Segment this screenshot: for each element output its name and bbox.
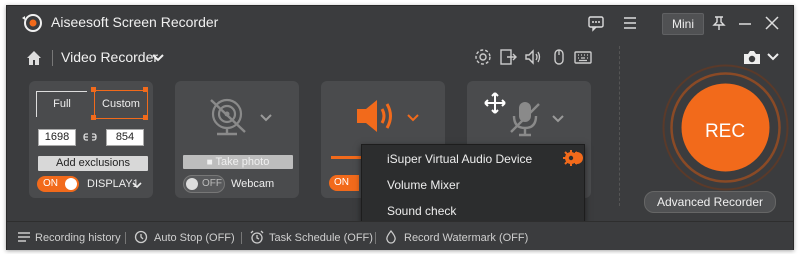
display-toggle[interactable]: ON: [37, 176, 79, 192]
menu-item-sound-check[interactable]: Sound check: [387, 204, 456, 218]
menu-item-audio-device[interactable]: iSuper Virtual Audio Device: [387, 152, 532, 166]
move-icon[interactable]: [483, 91, 507, 115]
close-icon[interactable]: [763, 14, 781, 32]
display-name[interactable]: DISPLAY1: [87, 178, 139, 190]
speaker-icon[interactable]: [523, 47, 543, 67]
region-handle: [91, 115, 96, 120]
status-divider: [375, 232, 376, 244]
status-divider: [125, 232, 126, 244]
link-ratio-icon[interactable]: [83, 130, 97, 144]
mode-title[interactable]: Video Recorder: [61, 49, 158, 65]
status-divider: [241, 232, 242, 244]
pin-icon[interactable]: [710, 14, 728, 32]
webcam-icon[interactable]: [205, 96, 253, 138]
region-handle: [143, 87, 148, 92]
custom-region-button[interactable]: Custom: [94, 90, 148, 119]
task-schedule-link[interactable]: Task Schedule (OFF): [269, 232, 373, 244]
watermark-drop-icon[interactable]: [384, 230, 398, 244]
toggle-knob: [186, 178, 198, 190]
region-handle: [91, 87, 96, 92]
toggle-label: ON: [334, 177, 349, 188]
menu-icon[interactable]: [621, 14, 639, 32]
minimize-icon[interactable]: [736, 14, 754, 32]
status-bar: Recording history Auto Stop (OFF) Task S…: [7, 221, 793, 250]
settings-gear-icon[interactable]: [473, 47, 493, 67]
microphone-icon[interactable]: [507, 98, 543, 138]
speaker-volume-icon[interactable]: [353, 96, 399, 136]
webcam-label: Webcam: [231, 178, 275, 190]
toggle-label: ON: [43, 178, 58, 189]
section-divider: [619, 46, 621, 206]
add-exclusions-button[interactable]: Add exclusions: [38, 156, 148, 171]
region-handle: [143, 115, 148, 120]
menu-item-volume-mixer[interactable]: Volume Mixer: [387, 178, 460, 192]
app-logo-icon: [22, 14, 42, 32]
history-list-icon[interactable]: [17, 230, 31, 244]
keyboard-icon[interactable]: [573, 47, 593, 67]
chevron-down-icon[interactable]: [151, 52, 165, 64]
webcam-chevron-down-icon[interactable]: [259, 113, 273, 123]
take-photo-label: Take photo: [215, 156, 270, 168]
mini-button[interactable]: Mini: [662, 13, 704, 35]
full-screen-button[interactable]: Full: [36, 91, 87, 117]
toggle-knob: [65, 178, 77, 190]
title-bar: Aiseesoft Screen Recorder Mini: [7, 6, 793, 40]
width-input[interactable]: 1698: [38, 129, 76, 146]
mouse-icon[interactable]: [549, 47, 569, 67]
auto-stop-link[interactable]: Auto Stop (OFF): [154, 232, 235, 244]
sound-chevron-down-icon[interactable]: [406, 113, 420, 123]
feedback-icon[interactable]: [587, 14, 605, 32]
height-input[interactable]: 854: [106, 129, 144, 146]
export-icon[interactable]: [498, 47, 518, 67]
volume-slider[interactable]: [331, 156, 361, 159]
small-camera-icon: ■: [206, 157, 216, 168]
app-title: Aiseesoft Screen Recorder: [51, 14, 219, 30]
mic-chevron-down-icon[interactable]: [551, 114, 565, 124]
advanced-recorder-button[interactable]: Advanced Recorder: [644, 191, 776, 213]
display-chevron-down-icon[interactable]: [132, 180, 142, 190]
toggle-label: OFF: [202, 178, 222, 189]
recording-history-link[interactable]: Recording history: [35, 232, 121, 244]
take-photo-button[interactable]: ■ Take photo: [183, 155, 293, 169]
audio-device-menu: iSuper Virtual Audio Device Volume Mixer…: [361, 144, 585, 223]
toolbar-divider: [52, 50, 53, 66]
app-window: Aiseesoft Screen Recorder Mini Video Rec…: [6, 5, 794, 250]
system-sound-toggle[interactable]: ON: [329, 175, 359, 191]
clock-icon[interactable]: [134, 230, 148, 244]
home-icon[interactable]: [25, 49, 43, 67]
record-watermark-link[interactable]: Record Watermark (OFF): [404, 232, 528, 244]
webcam-toggle[interactable]: OFF: [183, 175, 225, 193]
alarm-clock-icon[interactable]: [250, 230, 264, 244]
rec-label[interactable]: REC: [693, 121, 757, 143]
